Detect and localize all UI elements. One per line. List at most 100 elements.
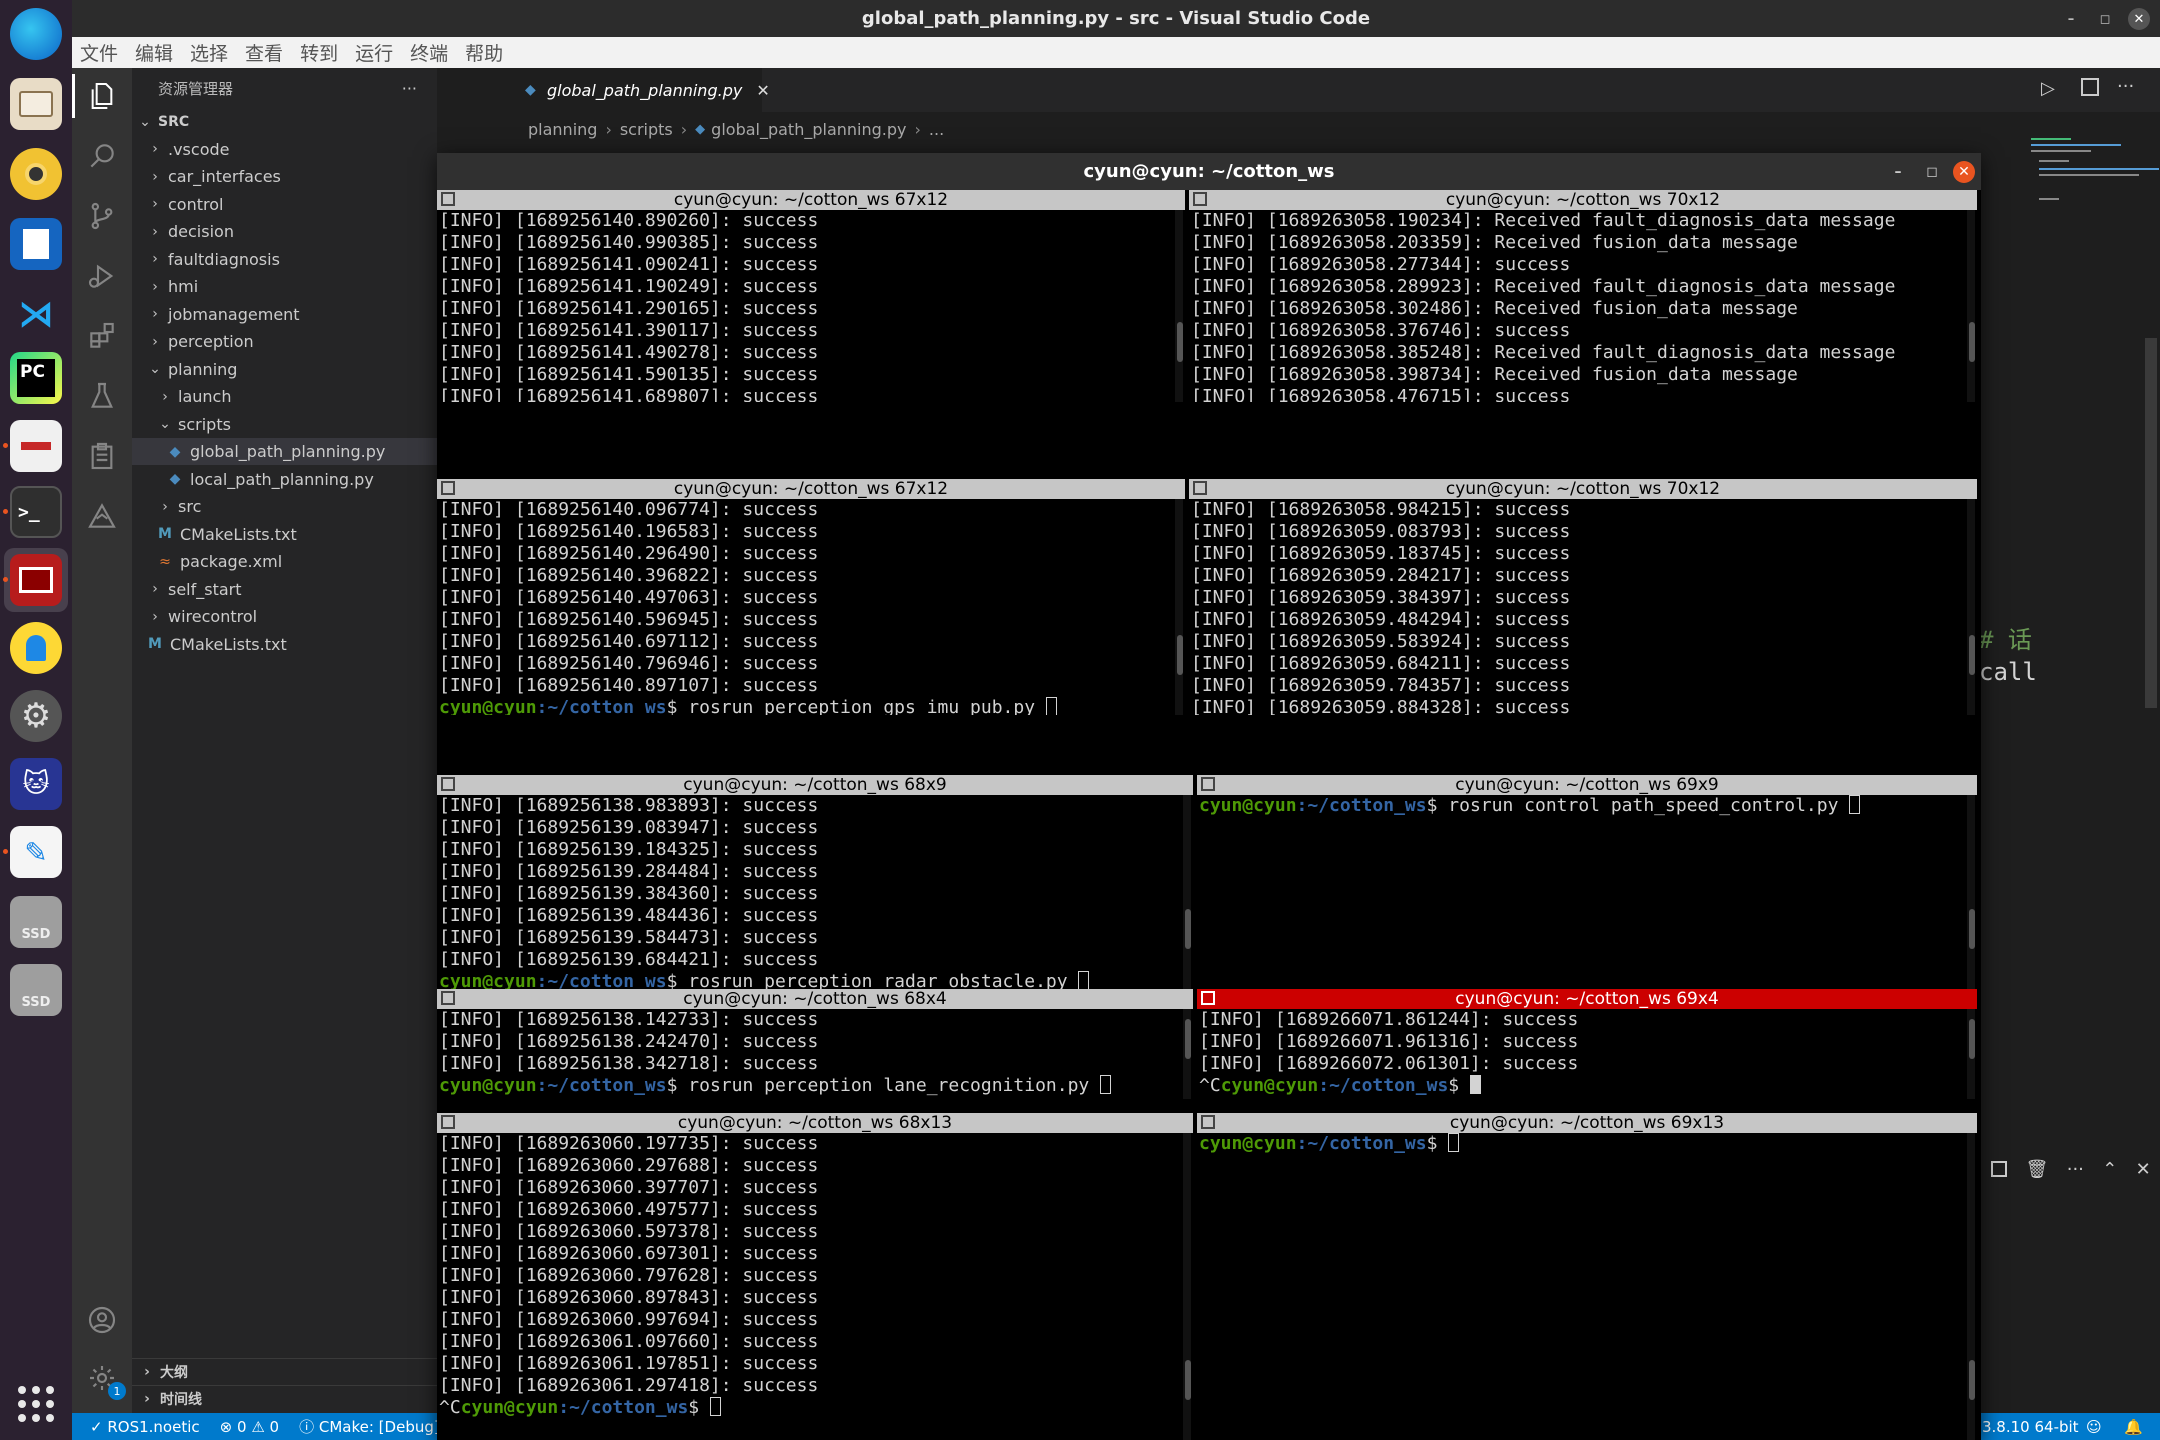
ssd-drive-icon[interactable]: SSD <box>10 896 62 948</box>
tree-item-jobmanagement[interactable]: › jobmanagement <box>132 301 437 328</box>
split-editor-icon[interactable] <box>2081 78 2099 96</box>
close-icon[interactable]: ✕ <box>2128 8 2150 30</box>
terminal-group-icon[interactable] <box>441 192 455 206</box>
menu-selection[interactable]: 选择 <box>190 39 228 66</box>
terminal-output[interactable]: [INFO] [1689256140.890260]: success [INFO… <box>439 210 1173 402</box>
app-cat-icon[interactable]: 🐱 <box>10 758 62 810</box>
run-file-icon[interactable]: ▷ <box>2041 78 2055 99</box>
terminal-group-icon[interactable] <box>441 1115 455 1129</box>
close-icon[interactable]: ✕ <box>1953 161 1975 183</box>
terminal-scrollbar[interactable] <box>1175 499 1183 715</box>
terminal-scrollbar[interactable] <box>1967 1133 1975 1440</box>
menu-terminal[interactable]: 终端 <box>410 39 448 66</box>
terminal-icon[interactable]: >_ <box>10 486 62 538</box>
accounts-icon[interactable] <box>82 1300 122 1340</box>
menu-view[interactable]: 查看 <box>245 39 283 66</box>
terminal-output[interactable]: [INFO] [1689266071.861244]: success [INFO… <box>1199 1009 1965 1099</box>
terminal-output[interactable]: [INFO] [1689256140.096774]: success [INFO… <box>439 499 1173 715</box>
run-debug-icon[interactable] <box>82 256 122 296</box>
menu-run[interactable]: 运行 <box>355 39 393 66</box>
terminal-group-icon[interactable] <box>441 481 455 495</box>
edge-browser-icon[interactable] <box>10 8 62 60</box>
tree-item-self-start[interactable]: › self_start <box>132 576 437 603</box>
feedback-icon[interactable]: ☺ <box>2086 1418 2102 1436</box>
terminal-group-icon[interactable] <box>1201 777 1215 791</box>
scrollbar-thumb[interactable] <box>1969 909 1975 949</box>
scrollbar-thumb[interactable] <box>1177 635 1183 675</box>
tab-close-icon[interactable]: ✕ <box>756 81 769 100</box>
terminal-pane-title[interactable]: cyun@cyun: ~/cotton_ws 68x13 <box>437 1113 1193 1133</box>
tree-item-vscode[interactable]: › .vscode <box>132 136 437 163</box>
scrollbar-thumb[interactable] <box>1969 635 1975 675</box>
tree-item-car-interfaces[interactable]: › car_interfaces <box>132 163 437 190</box>
tree-item-control[interactable]: › control <box>132 191 437 218</box>
scrollbar-thumb[interactable] <box>1185 1360 1191 1400</box>
tree-root-src[interactable]: ⌄ SRC <box>132 108 437 135</box>
breadcrumb-file[interactable]: global_path_planning.py <box>711 120 906 139</box>
tree-item-scripts[interactable]: ⌄ scripts <box>132 411 437 438</box>
menu-edit[interactable]: 编辑 <box>135 39 173 66</box>
menu-help[interactable]: 帮助 <box>465 39 503 66</box>
terminal-output[interactable]: [INFO] [1689263058.190234]: Received fau… <box>1191 210 1965 402</box>
maximize-panel-icon[interactable]: ⌃ <box>2102 1159 2117 1180</box>
terminal-pane[interactable]: cyun@cyun: ~/cotton_ws 70x12 [INFO] [1689… <box>1189 190 1977 402</box>
terminal-pane-title[interactable]: cyun@cyun: ~/cotton_ws 69x13 <box>1197 1113 1977 1133</box>
tree-item-cmakelists-txt[interactable]: M CMakeLists.txt <box>132 521 437 548</box>
explorer-icon[interactable] <box>82 76 122 116</box>
scrollbar-thumb[interactable] <box>1969 1019 1975 1059</box>
terminal-group-icon[interactable] <box>1201 1115 1215 1129</box>
terminal-pane-title[interactable]: cyun@cyun: ~/cotton_ws 67x12 <box>437 190 1185 210</box>
scrollbar-thumb[interactable] <box>1185 909 1191 949</box>
terminal-pane-title[interactable]: cyun@cyun: ~/cotton_ws 67x12 <box>437 479 1185 499</box>
extensions-icon[interactable] <box>82 316 122 356</box>
tree-item-faultdiagnosis[interactable]: › faultdiagnosis <box>132 246 437 273</box>
tree-item-src[interactable]: › src <box>132 493 437 520</box>
terminal-pane[interactable]: cyun@cyun: ~/cotton_ws 69x13 cyun@cyun:~/… <box>1197 1113 1977 1440</box>
terminal-scrollbar[interactable] <box>1967 795 1975 989</box>
maximize-icon[interactable]: ◻ <box>2094 8 2116 30</box>
settings-icon[interactable]: ⚙ <box>10 690 62 742</box>
terminal-pane-title[interactable]: cyun@cyun: ~/cotton_ws 70x12 <box>1189 190 1977 210</box>
timeline-section[interactable]: › 时间线 <box>132 1385 437 1412</box>
minimap[interactable] <box>2031 138 2160 278</box>
tree-item-perception[interactable]: › perception <box>132 328 437 355</box>
text-editor-icon[interactable]: ✎ <box>10 826 62 878</box>
terminal-scrollbar[interactable] <box>1175 210 1183 402</box>
tree-item-local-path-planning-py[interactable]: ◆ local_path_planning.py <box>132 466 437 493</box>
terminal-output[interactable]: [INFO] [1689263060.197735]: success [INFO… <box>439 1133 1181 1440</box>
terminal-pane[interactable]: cyun@cyun: ~/cotton_ws 69x4 [INFO] [16892… <box>1197 989 1977 1099</box>
editor-scrollbar[interactable] <box>2145 338 2157 708</box>
terminal-scrollbar[interactable] <box>1183 1009 1191 1099</box>
document-viewer-icon[interactable] <box>10 420 62 472</box>
terminal-group-icon[interactable] <box>1201 991 1215 1005</box>
terminal-pane[interactable]: cyun@cyun: ~/cotton_ws 68x9 [INFO] [16892… <box>437 775 1193 989</box>
ssd-drive-icon[interactable]: SSD <box>10 964 62 1016</box>
tree-item-planning[interactable]: ⌄ planning <box>132 356 437 383</box>
tree-item-wirecontrol[interactable]: › wirecontrol <box>132 603 437 630</box>
python-interpreter-status[interactable]: 3.8.10 64-bit <box>1982 1418 2079 1436</box>
minimize-icon[interactable]: – <box>1887 161 1909 183</box>
manage-gear-icon[interactable]: 1 <box>82 1358 126 1400</box>
problems-status[interactable]: ⊗ 0 ⚠ 0 <box>220 1418 279 1436</box>
terminal-group-icon[interactable] <box>1193 481 1207 495</box>
ros-icon[interactable] <box>82 496 122 536</box>
terminal-pane[interactable]: cyun@cyun: ~/cotton_ws 67x12 [INFO] [1689… <box>437 190 1185 402</box>
clipboard-icon[interactable] <box>82 436 122 476</box>
breadcrumb-scripts[interactable]: scripts <box>620 120 673 139</box>
terminal-pane-title[interactable]: cyun@cyun: ~/cotton_ws 70x12 <box>1189 479 1977 499</box>
remote-status[interactable]: ✓ ROS1.noetic <box>90 1418 200 1436</box>
rhythmbox-icon[interactable] <box>10 148 62 200</box>
testing-icon[interactable] <box>82 376 122 416</box>
menu-go[interactable]: 转到 <box>300 39 338 66</box>
show-applications-icon[interactable] <box>18 1386 54 1422</box>
terminal-pane[interactable]: cyun@cyun: ~/cotton_ws 68x13 [INFO] [1689… <box>437 1113 1193 1440</box>
tree-item-hmi[interactable]: › hmi <box>132 273 437 300</box>
tree-item-global-path-planning-py[interactable]: ◆ global_path_planning.py <box>132 438 437 465</box>
pycharm-icon[interactable]: PC <box>10 352 62 404</box>
terminal-pane[interactable]: cyun@cyun: ~/cotton_ws 67x12 [INFO] [1689… <box>437 479 1185 715</box>
tree-item-decision[interactable]: › decision <box>132 218 437 245</box>
tab-global-path-planning[interactable]: ◆ global_path_planning.py ✕ <box>437 68 770 112</box>
maximize-icon[interactable]: ◻ <box>1921 161 1943 183</box>
terminal-scrollbar[interactable] <box>1183 795 1191 989</box>
music-player-icon[interactable] <box>10 622 62 674</box>
